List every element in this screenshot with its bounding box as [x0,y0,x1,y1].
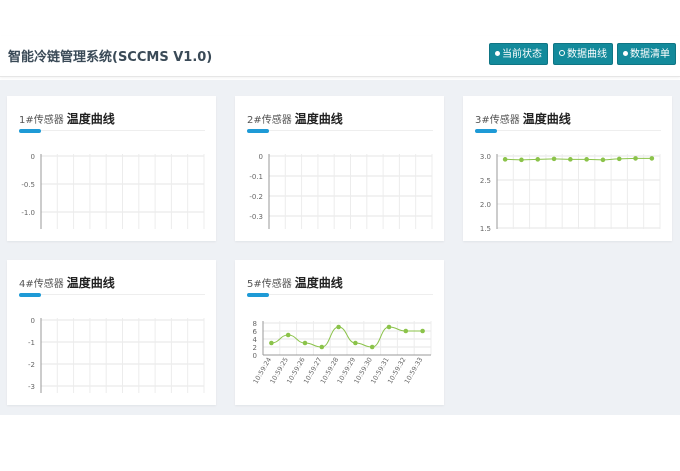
dashboard-content: 1#传感器 温度曲线 0 -0.5 -1.0 2#传感器 温度曲线 0 -0.1 -0.2-… [0,80,680,415]
data-point [269,340,274,346]
data-point [649,156,655,161]
y-tick-label: -0.5 [21,181,35,189]
data-point [319,344,325,350]
chart-title: 温度曲线 [66,276,115,290]
data-point [535,157,541,162]
y-tick-label: 4 [253,336,258,344]
current-status-label: 当前状态 [502,49,542,60]
accent-bar [19,129,41,133]
y-tick-label: -0.1 [249,173,263,181]
y-tick-label: -1 [28,339,35,347]
dot-icon [623,51,628,56]
data-point [302,340,308,346]
y-tick-label: 2.0 [480,201,491,209]
divider [247,294,433,295]
y-tick-label: 2.5 [480,177,491,185]
app-header: 智能冷链管理系统(SCCMS V1.0) 当前状态 数据曲线 数据清单 [0,36,680,77]
y-tick-label: 8 [253,320,257,328]
divider [475,130,661,131]
accent-bar [475,129,497,133]
sensor-card-3: 3#传感器 温度曲线 3.0 2.5 2.0 1.5 [463,96,672,241]
y-tick-label: 0 [253,352,257,360]
sensor-label: 1#传感器 [19,115,64,126]
y-tick-label: 6 [253,328,258,336]
data-point [420,328,425,334]
radio-icon [559,50,565,56]
sensor-label: 4#传感器 [19,279,64,290]
data-point [568,157,573,162]
current-status-button[interactable]: 当前状态 [489,43,548,65]
data-point [336,324,341,330]
card-title: 1#传感器 温度曲线 [19,108,115,127]
y-tick-label: 0 [31,153,35,161]
y-tick-label: -0.2 [249,193,263,201]
card-title: 4#传感器 温度曲线 [19,272,115,291]
accent-bar [19,293,41,297]
data-point [502,157,508,162]
card-title: 5#传感器 温度曲线 [247,272,343,291]
data-curve-label: 数据曲线 [567,49,607,60]
data-point [616,156,622,162]
divider [19,294,205,295]
y-tick-label: 1.5 [480,225,491,233]
data-list-button[interactable]: 数据清单 [617,43,676,65]
temperature-chart-5[interactable]: 8642010:59:2410:59:2510:59:2610:59:2710:… [235,308,444,405]
chart-title: 温度曲线 [294,112,343,126]
card-title: 2#传感器 温度曲线 [247,108,343,127]
sensor-card-2: 2#传感器 温度曲线 0 -0.1 -0.2 -0.3 [235,96,444,241]
y-tick-label: -3 [28,383,35,391]
data-curve-button[interactable]: 数据曲线 [553,43,613,65]
data-point [584,157,589,162]
divider [247,130,433,131]
data-point [386,324,392,330]
data-point [600,157,606,163]
temperature-chart-4[interactable]: 0 -1 -2 -3 [7,308,216,405]
temperature-chart-1[interactable]: 0 -0.5 -1.0 [7,144,216,241]
chart-title: 温度曲线 [522,112,571,126]
data-point [551,156,557,162]
y-tick-label: 3.0 [480,153,491,161]
card-title: 3#传感器 温度曲线 [475,108,571,127]
top-blank-bar [0,0,680,28]
data-list-label: 数据清单 [630,49,670,60]
accent-bar [247,129,269,133]
chart-title: 温度曲线 [294,276,343,290]
sensor-card-1: 1#传感器 温度曲线 0 -0.5 -1.0 [7,96,216,241]
y-tick-label: -0.3 [249,213,263,221]
data-point [519,157,524,163]
y-tick-label: 0 [259,153,263,161]
y-tick-label: -2 [28,361,35,369]
dot-icon [495,51,500,56]
temperature-chart-3[interactable]: 3.0 2.5 2.0 1.5 [463,144,672,241]
sensor-label: 3#传感器 [475,115,520,126]
y-tick-label: -1.0 [21,209,35,217]
data-point [403,328,409,334]
sensor-card-4: 4#传感器 温度曲线 0 -1 -2 -3 [7,260,216,405]
data-point [353,340,358,346]
temperature-chart-2[interactable]: 0 -0.1 -0.2 -0.3 [235,144,444,241]
sensor-label: 2#传感器 [247,115,292,126]
data-point [285,332,291,338]
accent-bar [247,293,269,297]
data-point [633,156,638,161]
data-point [369,344,375,350]
sensor-card-5: 5#传感器 温度曲线 8 6 4 2 0 10:59:24 10:59:25 10:59:26 1… [235,260,444,405]
y-tick-label: 2 [253,344,257,352]
y-tick-label: 0 [31,317,35,325]
app-title: 智能冷链管理系统(SCCMS V1.0) [8,50,213,65]
chart-title: 温度曲线 [66,112,115,126]
divider [19,130,205,131]
sensor-label: 5#传感器 [247,279,292,290]
